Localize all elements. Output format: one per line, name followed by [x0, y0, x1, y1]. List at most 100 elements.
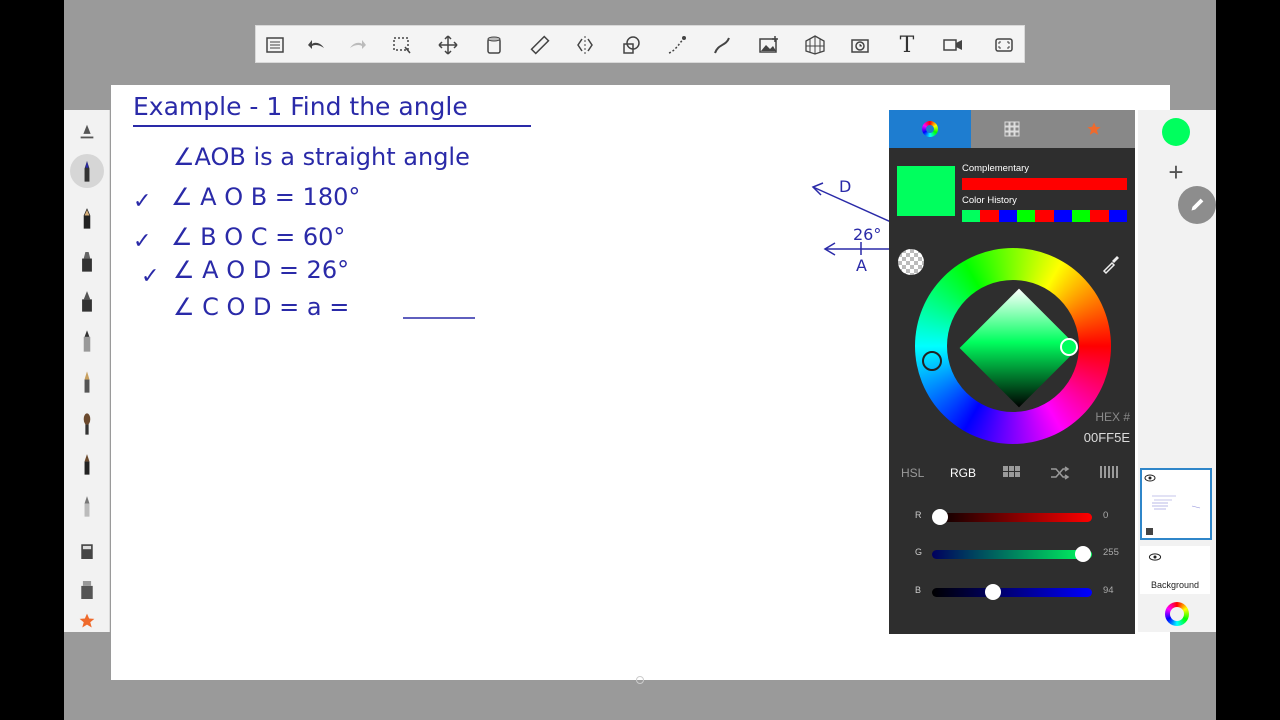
color-history-swatch[interactable] — [962, 210, 981, 222]
red-label: R — [915, 510, 922, 520]
video-icon[interactable] — [938, 30, 968, 60]
visibility-eye-icon[interactable] — [1148, 552, 1162, 562]
equation-aod: ∠ A O D = 26° — [173, 256, 349, 284]
equation-aob: ∠ A O B = 180° — [171, 183, 360, 211]
label-d: D — [839, 177, 851, 196]
smudge-icon[interactable] — [72, 574, 102, 606]
layer-edit-icon[interactable] — [1178, 186, 1216, 224]
undo-icon[interactable] — [302, 30, 332, 60]
red-value: 0 — [1103, 510, 1109, 521]
eraser-icon[interactable] — [72, 534, 102, 566]
transform-icon[interactable] — [433, 30, 463, 60]
check-mark-2: ✓ — [133, 229, 151, 254]
fountain-pen-brush-icon[interactable] — [72, 366, 102, 398]
complementary-label: Complementary — [962, 163, 1030, 174]
color-history-swatch[interactable] — [1053, 210, 1072, 222]
label-a: A — [856, 256, 867, 275]
color-history-row — [962, 210, 1127, 222]
symmetry-icon[interactable] — [570, 30, 600, 60]
text-icon[interactable]: T — [892, 30, 922, 60]
statement-text: ∠AOB is a straight angle — [173, 143, 470, 171]
blue-value: 94 — [1103, 585, 1114, 596]
color-editor-tabs — [889, 110, 1135, 148]
paintbrush-brush-icon[interactable] — [72, 408, 102, 440]
shape-icon[interactable] — [616, 30, 646, 60]
page-indicator-dot — [636, 676, 644, 684]
label-angle-26: 26° — [853, 225, 881, 244]
green-slider-thumb[interactable] — [1075, 546, 1091, 562]
marker-brush-icon[interactable] — [72, 245, 102, 277]
green-label: G — [915, 547, 923, 557]
palette-grid-tab[interactable] — [971, 110, 1053, 148]
red-slider-thumb[interactable] — [932, 509, 948, 525]
perspective-icon[interactable] — [800, 30, 830, 60]
redo-icon[interactable] — [342, 30, 372, 60]
color-mode-row: HSL RGB — [889, 466, 1135, 488]
current-color-swatch[interactable] — [897, 166, 955, 216]
transparency-icon[interactable] — [898, 249, 924, 275]
color-wheel-icon — [922, 121, 938, 137]
hex-value-input[interactable]: 00FF5E — [1084, 430, 1130, 445]
blue-slider-row: B 94 — [889, 582, 1135, 602]
stroke-icon[interactable] — [662, 30, 692, 60]
favorites-star-icon — [1087, 122, 1101, 135]
color-history-swatch[interactable] — [1035, 210, 1054, 222]
blue-slider[interactable] — [932, 588, 1092, 597]
soft-brush-icon[interactable] — [72, 448, 102, 480]
time-lapse-icon[interactable] — [846, 30, 876, 60]
hsl-mode-tab[interactable]: HSL — [901, 466, 924, 480]
layer-panel: + Background — [1138, 110, 1216, 632]
palette-grid-icon — [1004, 121, 1020, 137]
background-layer[interactable]: Background — [1140, 546, 1210, 594]
fullscreen-icon[interactable] — [989, 30, 1019, 60]
top-toolbar: T — [255, 25, 1025, 63]
color-history-swatch[interactable] — [1016, 210, 1036, 222]
pencil-brush-icon[interactable] — [70, 154, 104, 188]
color-editor-panel: Complementary Color History HEX # 00FF5E… — [889, 110, 1135, 634]
blue-label: B — [915, 585, 922, 595]
blue-slider-thumb[interactable] — [985, 584, 1001, 600]
favorites-star-icon[interactable] — [72, 605, 102, 637]
shuffle-icon[interactable] — [1050, 466, 1070, 483]
color-history-swatch[interactable] — [1108, 210, 1127, 222]
layer-1-thumbnail[interactable] — [1140, 468, 1212, 540]
color-history-swatch[interactable] — [1071, 210, 1091, 222]
color-wheel-icon[interactable] — [1165, 602, 1189, 626]
add-layer-icon[interactable]: + — [1160, 158, 1192, 186]
color-wheel-tab[interactable] — [889, 110, 971, 148]
color-history-swatch[interactable] — [1090, 210, 1109, 222]
red-slider-row: R 0 — [889, 507, 1135, 527]
copic-library-icon[interactable] — [1100, 466, 1118, 481]
eyedropper-icon[interactable] — [1100, 253, 1122, 275]
check-mark-1: ✓ — [133, 189, 151, 214]
rgb-mode-tab[interactable]: RGB — [950, 466, 976, 480]
ruler-icon[interactable] — [525, 30, 555, 60]
complementary-color-bar[interactable] — [962, 178, 1127, 190]
selection-icon[interactable] — [387, 30, 417, 60]
green-value: 255 — [1103, 547, 1119, 558]
hard-pencil-brush-icon[interactable] — [72, 202, 102, 234]
background-layer-label: Background — [1150, 580, 1200, 590]
fill-icon[interactable] — [479, 30, 509, 60]
hue-picker-handle[interactable] — [922, 351, 942, 371]
visibility-eye-icon[interactable] — [1144, 474, 1156, 482]
ballpoint-brush-icon[interactable] — [72, 325, 102, 357]
color-history-swatch[interactable] — [998, 210, 1017, 222]
image-icon[interactable] — [754, 30, 784, 60]
airbrush-icon[interactable] — [72, 490, 102, 522]
brush-properties-icon[interactable] — [72, 116, 102, 148]
curve-icon[interactable] — [708, 30, 738, 60]
value-picker-handle[interactable] — [1060, 338, 1078, 356]
ray-od — [812, 186, 892, 223]
green-slider[interactable] — [932, 550, 1092, 559]
color-history-swatch[interactable] — [980, 210, 999, 222]
title-text: Example - 1 Find the angle — [133, 92, 468, 121]
red-slider[interactable] — [932, 513, 1092, 522]
ink-pen-brush-icon[interactable] — [72, 285, 102, 317]
swatches-grid-icon[interactable] — [1003, 466, 1021, 481]
favorites-tab[interactable] — [1053, 110, 1135, 148]
brush-palette — [64, 110, 110, 632]
current-color-puck[interactable] — [1162, 118, 1190, 146]
list-icon[interactable] — [260, 30, 290, 60]
equation-boc: ∠ B O C = 60° — [171, 223, 345, 251]
